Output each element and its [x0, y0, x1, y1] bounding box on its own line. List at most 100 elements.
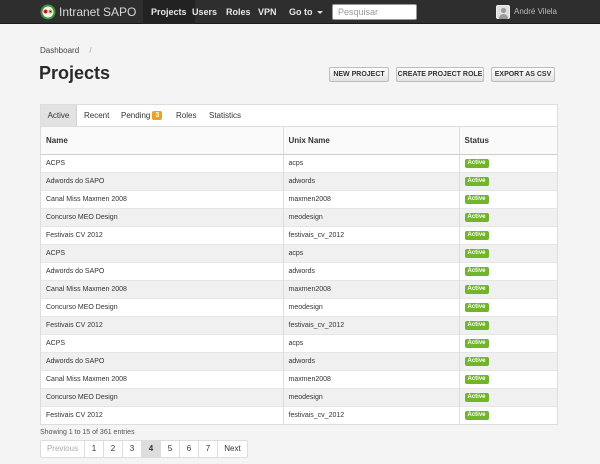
status-badge: Active	[464, 266, 489, 276]
user-name[interactable]: André Vilela	[514, 0, 557, 24]
pagination-page-2[interactable]: 2	[103, 441, 122, 457]
status-cell: Active	[458, 315, 557, 334]
table-row[interactable]: ACPS acps Active	[41, 153, 557, 172]
project-name-cell: Festivais CV 2012	[41, 405, 283, 424]
pagination-page-3[interactable]: 3	[122, 441, 141, 457]
table-row[interactable]: Concurso MEO Design meodesign Active	[41, 207, 557, 226]
project-name-cell: Adwords do SAPO	[41, 351, 283, 370]
project-name-cell: Canal Miss Maxmen 2008	[41, 279, 283, 298]
pagination-page-5[interactable]: 5	[160, 441, 179, 457]
project-name-cell: Concurso MEO Design	[41, 297, 283, 316]
status-cell: Active	[458, 225, 557, 244]
brand-name[interactable]: Intranet SAPO	[59, 5, 136, 19]
unix-name-cell: adwords	[282, 261, 459, 280]
table-row[interactable]: Adwords do SAPO adwords Active	[41, 351, 557, 370]
new-project-button[interactable]: NEW PROJECT	[329, 67, 389, 82]
status-badge: Active	[464, 392, 489, 402]
nav-users[interactable]: Users	[192, 0, 217, 24]
status-cell: Active	[458, 261, 557, 280]
table-row[interactable]: Concurso MEO Design meodesign Active	[41, 297, 557, 316]
project-name-cell: Concurso MEO Design	[41, 387, 283, 406]
status-cell: Active	[458, 153, 557, 172]
breadcrumb: Dashboard /	[40, 46, 92, 55]
unix-name-cell: festivais_cv_2012	[282, 315, 459, 334]
unix-name-cell: festivais_cv_2012	[282, 225, 459, 244]
status-badge: Active	[464, 302, 489, 312]
nav-projects[interactable]: Projects	[143, 0, 195, 24]
project-name-cell: Concurso MEO Design	[41, 207, 283, 226]
table-row[interactable]: Concurso MEO Design meodesign Active	[41, 387, 557, 406]
column-header-status[interactable]: Status	[458, 127, 557, 155]
search-input[interactable]	[332, 4, 417, 20]
top-navbar: Intranet SAPO Projects Users Roles VPN G…	[0, 0, 600, 24]
column-header-name[interactable]: Name	[41, 127, 283, 155]
sapo-logo-icon[interactable]	[40, 4, 56, 20]
tab-recent[interactable]: Recent	[84, 105, 109, 126]
status-badge: Active	[464, 374, 489, 384]
nav-goto-label: Go to	[289, 7, 313, 17]
user-avatar-icon[interactable]	[496, 5, 510, 19]
table-row[interactable]: Canal Miss Maxmen 2008 maxmen2008 Active	[41, 279, 557, 298]
pagination-page-6[interactable]: 6	[179, 441, 198, 457]
status-cell: Active	[458, 333, 557, 352]
pagination-next[interactable]: Next	[217, 441, 247, 457]
nav-roles[interactable]: Roles	[226, 0, 251, 24]
project-name-cell: Adwords do SAPO	[41, 261, 283, 280]
table-row[interactable]: Canal Miss Maxmen 2008 maxmen2008 Active	[41, 369, 557, 388]
pending-count-badge: 3	[152, 111, 163, 121]
status-badge: Active	[464, 284, 489, 294]
table-row[interactable]: Festivais CV 2012 festivais_cv_2012 Active	[41, 405, 557, 424]
unix-name-cell: meodesign	[282, 297, 459, 316]
table-row[interactable]: Festivais CV 2012 festivais_cv_2012 Active	[41, 225, 557, 244]
status-badge: Active	[464, 158, 489, 168]
nav-goto-dropdown[interactable]: Go to	[289, 0, 323, 24]
tab-pending-label: Pending	[121, 111, 151, 120]
tab-pending[interactable]: Pending 3	[121, 105, 163, 126]
status-cell: Active	[458, 171, 557, 190]
status-badge: Active	[464, 338, 489, 348]
create-project-role-button[interactable]: CREATE PROJECT ROLE	[396, 67, 484, 82]
table-row[interactable]: ACPS acps Active	[41, 243, 557, 262]
unix-name-cell: adwords	[282, 351, 459, 370]
nav-vpn[interactable]: VPN	[258, 0, 277, 24]
project-tabs: Active Recent Pending 3 Roles Statistics	[40, 104, 558, 126]
status-badge: Active	[464, 248, 489, 258]
tab-active[interactable]: Active	[41, 105, 77, 126]
breadcrumb-separator: /	[89, 46, 92, 55]
unix-name-cell: maxmen2008	[282, 189, 459, 208]
unix-name-cell: acps	[282, 333, 459, 352]
table-row[interactable]: Adwords do SAPO adwords Active	[41, 261, 557, 280]
tab-statistics[interactable]: Statistics	[209, 105, 241, 126]
project-name-cell: Festivais CV 2012	[41, 315, 283, 334]
chevron-down-icon	[316, 11, 323, 15]
pagination-page-7[interactable]: 7	[198, 441, 217, 457]
projects-table: Name Unix Name Status ACPS acps Active Adwo…	[40, 126, 558, 425]
table-row[interactable]: ACPS acps Active	[41, 333, 557, 352]
unix-name-cell: acps	[282, 243, 459, 262]
project-name-cell: Canal Miss Maxmen 2008	[41, 369, 283, 388]
export-csv-button[interactable]: EXPORT AS CSV	[491, 67, 555, 82]
status-badge: Active	[464, 230, 489, 240]
pagination-previous[interactable]: Previous	[41, 441, 84, 457]
tab-roles[interactable]: Roles	[176, 105, 196, 126]
project-name-cell: Festivais CV 2012	[41, 225, 283, 244]
status-badge: Active	[464, 176, 489, 186]
status-cell: Active	[458, 279, 557, 298]
pagination: Previous 1 2 3 4 5 6 7 Next	[40, 440, 248, 458]
breadcrumb-dashboard[interactable]: Dashboard	[40, 46, 79, 55]
pagination-page-4[interactable]: 4	[141, 441, 160, 457]
status-badge: Active	[464, 356, 489, 366]
pagination-page-1[interactable]: 1	[84, 441, 103, 457]
status-badge: Active	[464, 410, 489, 420]
project-name-cell: ACPS	[41, 153, 283, 172]
entries-info: Showing 1 to 15 of 361 entries	[40, 429, 135, 436]
table-row[interactable]: Canal Miss Maxmen 2008 maxmen2008 Active	[41, 189, 557, 208]
status-cell: Active	[458, 189, 557, 208]
status-cell: Active	[458, 351, 557, 370]
project-name-cell: ACPS	[41, 243, 283, 262]
table-row[interactable]: Adwords do SAPO adwords Active	[41, 171, 557, 190]
page-title: Projects	[39, 63, 111, 83]
column-header-unix-name[interactable]: Unix Name	[282, 127, 459, 155]
project-name-cell: ACPS	[41, 333, 283, 352]
table-row[interactable]: Festivais CV 2012 festivais_cv_2012 Active	[41, 315, 557, 334]
